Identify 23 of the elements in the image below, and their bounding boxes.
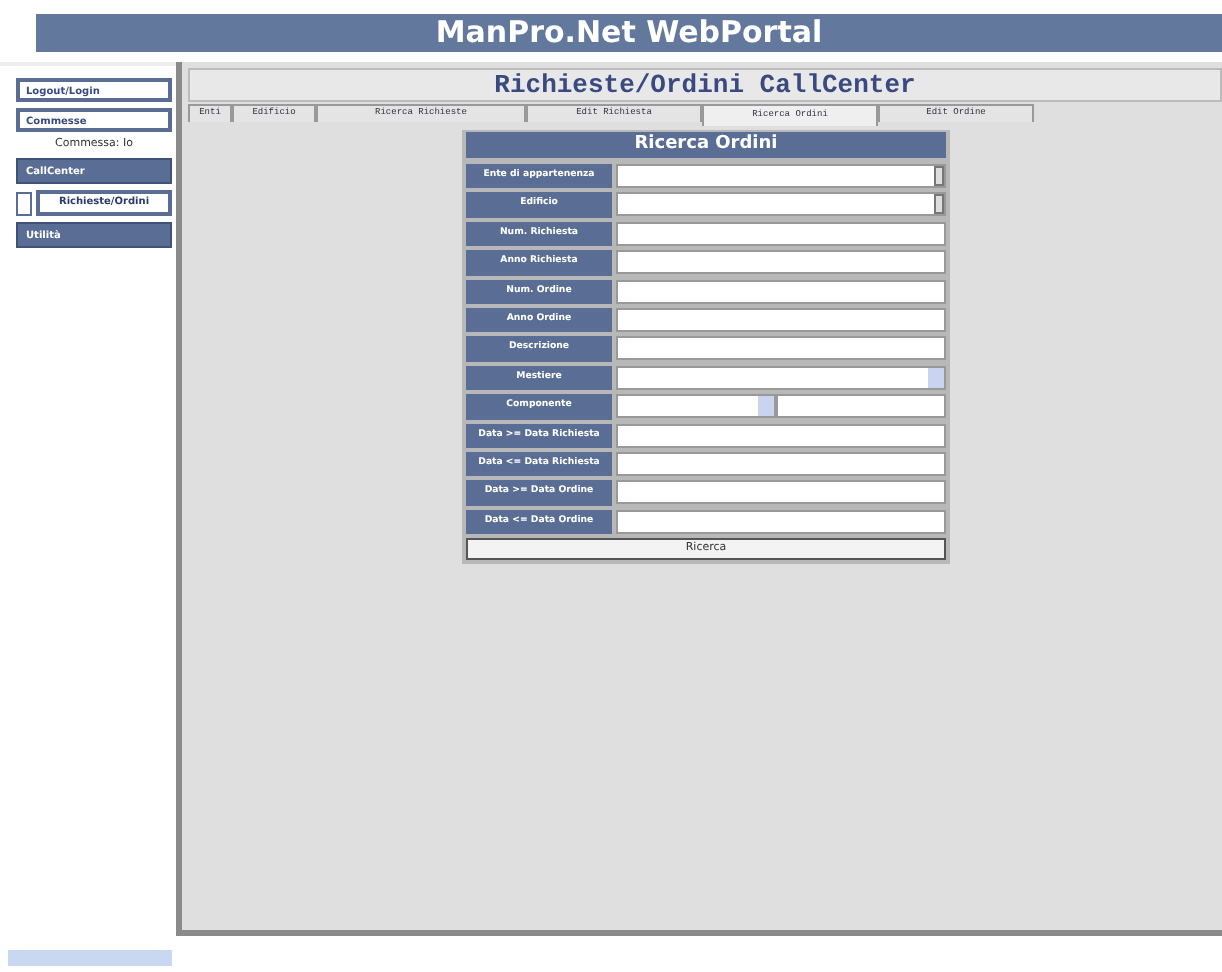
input-field[interactable] xyxy=(616,221,946,246)
horizontal-scrollbar[interactable] xyxy=(8,950,172,966)
input-field[interactable] xyxy=(616,509,946,534)
spinner-icon[interactable] xyxy=(934,166,944,186)
form-title: Ricerca Ordini xyxy=(466,132,946,158)
dropdown-icon[interactable] xyxy=(928,367,944,388)
spinner-icon[interactable] xyxy=(934,194,944,215)
input-field[interactable] xyxy=(616,480,946,505)
input-field[interactable] xyxy=(616,423,946,448)
dropdown-icon[interactable] xyxy=(758,396,774,417)
input-field[interactable] xyxy=(616,250,946,275)
select-field[interactable] xyxy=(616,192,946,217)
input-field[interactable] xyxy=(616,279,946,304)
select-field[interactable] xyxy=(616,365,946,390)
input-field[interactable] xyxy=(616,307,946,332)
select-field[interactable] xyxy=(616,164,946,188)
input-field[interactable] xyxy=(616,451,946,476)
input-field[interactable] xyxy=(776,394,946,419)
input-field[interactable] xyxy=(616,336,946,361)
select-field[interactable] xyxy=(616,394,776,419)
page-title: Richieste/Ordini CallCenter xyxy=(188,68,1222,102)
portal-title: ManPro.Net WebPortal xyxy=(36,14,1222,52)
expander-box[interactable] xyxy=(16,191,32,215)
